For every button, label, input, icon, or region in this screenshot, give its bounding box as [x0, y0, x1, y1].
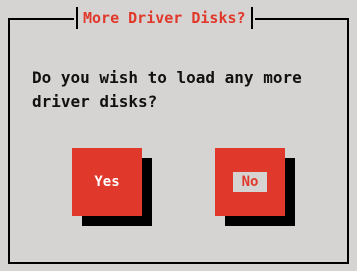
no-button[interactable]: No [215, 148, 285, 216]
dialog-border [8, 18, 349, 264]
dialog-message: Do you wish to load any more driver disk… [32, 68, 302, 111]
dialog-title-bar: More Driver Disks? [74, 6, 255, 30]
no-button-label: No [232, 172, 268, 192]
yes-button[interactable]: Yes [72, 148, 142, 216]
title-right-divider [250, 7, 253, 29]
dialog-window: More Driver Disks? Do you wish to load a… [0, 0, 357, 271]
yes-button-label: Yes [94, 174, 120, 190]
dialog-title: More Driver Disks? [83, 9, 246, 27]
